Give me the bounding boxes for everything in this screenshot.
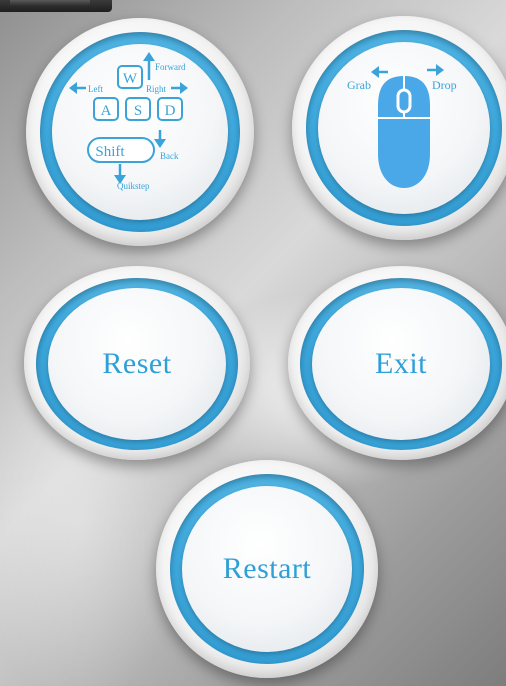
reset-label: Reset (102, 347, 172, 380)
keyboard-diagram: W A S D Shift Forward Left Right Back Qu… (69, 52, 188, 191)
drop-label: Drop (432, 78, 457, 92)
mouse-icon (378, 76, 430, 188)
mouse-controls-panel: Grab Drop (292, 16, 506, 240)
restart-button[interactable]: Restart (156, 460, 378, 678)
top-left-tab (0, 0, 112, 12)
left-label: Left (88, 84, 103, 94)
key-a-label: A (101, 103, 112, 119)
grab-arrow-icon (371, 66, 388, 78)
forward-label: Forward (155, 62, 186, 72)
grab-label: Grab (347, 78, 371, 92)
key-d-label: D (165, 103, 176, 119)
key-shift-label: Shift (95, 144, 125, 160)
drop-arrow-icon (427, 64, 444, 76)
key-w-label: W (123, 71, 138, 87)
exit-face: Exit (312, 288, 490, 440)
restart-label: Restart (222, 552, 312, 585)
key-s-label: S (134, 103, 142, 119)
keyboard-controls-panel: W A S D Shift Forward Left Right Back Qu… (26, 18, 254, 246)
right-label: Right (146, 84, 167, 94)
quickstep-label: Quikstep (117, 181, 150, 191)
mouse-diagram: Grab Drop (347, 64, 457, 188)
reset-face: Reset (48, 288, 226, 440)
exit-label: Exit (375, 347, 427, 380)
right-arrow-icon (171, 82, 188, 94)
reset-button[interactable]: Reset (24, 266, 250, 460)
back-label: Back (160, 151, 179, 161)
forward-arrow-icon (143, 52, 155, 80)
back-arrow-icon (154, 130, 166, 148)
restart-face: Restart (182, 486, 352, 652)
exit-button[interactable]: Exit (288, 266, 506, 460)
left-arrow-icon (69, 82, 86, 94)
